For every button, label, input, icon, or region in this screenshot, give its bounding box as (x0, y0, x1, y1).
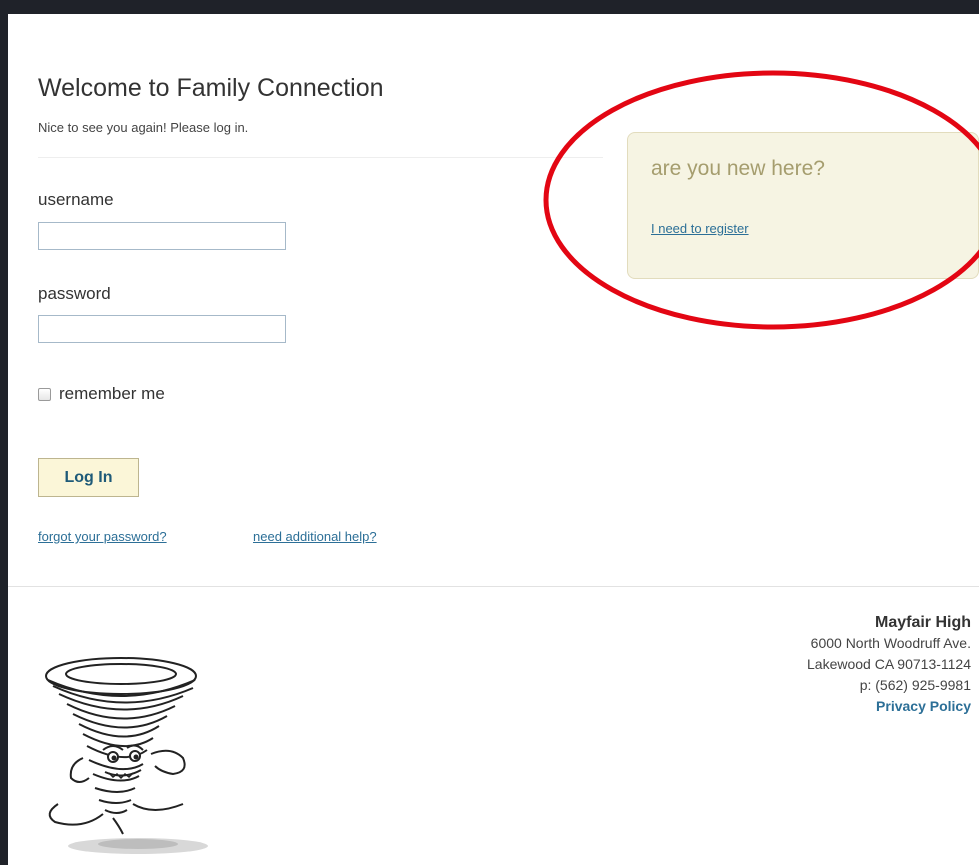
school-address: Mayfair High 6000 North Woodruff Ave. La… (807, 612, 971, 717)
register-panel: are you new here? I need to register (627, 132, 979, 279)
city-line: Lakewood CA 90713-1124 (807, 656, 971, 672)
remember-me-label[interactable]: remember me (59, 384, 165, 404)
log-in-button[interactable]: Log In (38, 458, 139, 497)
login-page: Welcome to Family Connection Nice to see… (8, 14, 979, 865)
password-label: password (38, 284, 111, 303)
footer-divider (8, 586, 979, 587)
forgot-password-link[interactable]: forgot your password? (38, 529, 167, 544)
need-help-link[interactable]: need additional help? (253, 529, 377, 544)
register-link[interactable]: I need to register (651, 221, 749, 236)
remember-me-checkbox[interactable] (38, 387, 51, 401)
remember-me[interactable]: remember me (38, 384, 165, 404)
page-title: Welcome to Family Connection (38, 74, 384, 102)
divider (38, 157, 603, 158)
page-subtitle: Nice to see you again! Please log in. (38, 120, 249, 135)
register-heading: are you new here? (651, 157, 825, 180)
school-name: Mayfair High (874, 614, 971, 631)
username-input[interactable] (38, 222, 286, 250)
password-input[interactable] (38, 315, 286, 343)
privacy-policy-link[interactable]: Privacy Policy (876, 698, 971, 714)
phone-number: p: (562) 925-9981 (859, 677, 971, 693)
street-address: 6000 North Woodruff Ave. (810, 635, 971, 651)
tornado-mascot-image (45, 657, 208, 854)
username-label: username (38, 190, 114, 209)
